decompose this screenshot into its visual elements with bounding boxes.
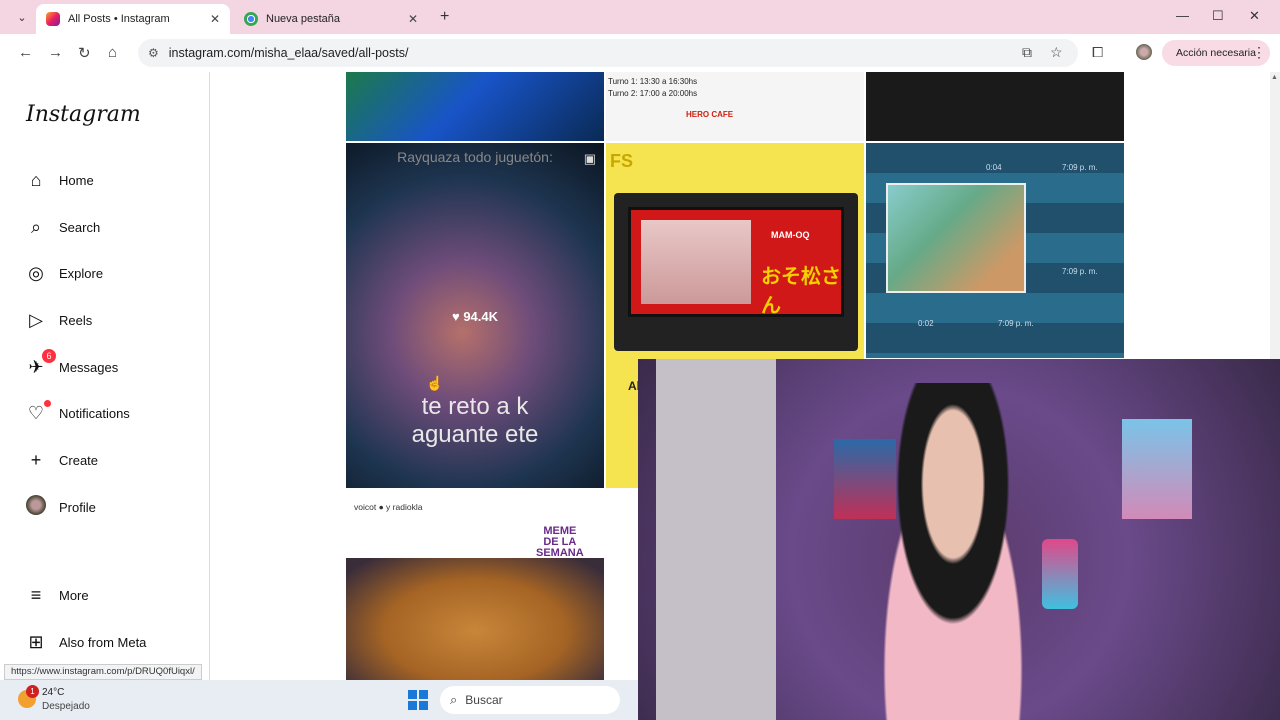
address-url[interactable]: instagram.com/misha_elaa/saved/all-posts…	[169, 46, 409, 60]
sidebar-item-explore[interactable]: ◎ Explore	[24, 258, 103, 288]
sidebar-item-label: Reels	[59, 312, 93, 328]
sidebar-item-label: Also from Meta	[59, 634, 147, 650]
sidebar-item-reels[interactable]: ▷ Reels	[24, 305, 92, 335]
page-scrollbar[interactable]: ▲	[1270, 72, 1280, 359]
post-tile[interactable]: 0:04 7:09 p. m. 7:09 p. m. 0:02 7:09 p. …	[866, 143, 1124, 358]
reel-caption: Rayquaza todo juguetón:	[397, 149, 553, 165]
windows-taskbar: 1 24°C Despejado ⌕ Buscar	[0, 680, 638, 720]
close-window-icon[interactable]: ✕	[1249, 8, 1260, 24]
menu-icon: ≡	[30, 584, 42, 605]
messages-badge: 6	[42, 348, 56, 363]
sidebar-item-label: Messages	[59, 359, 119, 375]
sidebar-item-messages[interactable]: ✈ 6 Messages	[24, 348, 119, 382]
new-tab-plus-icon[interactable]: +	[440, 8, 449, 26]
close-tab-icon[interactable]: ✕	[210, 12, 220, 26]
likes-overlay: ♥ 94.4K	[451, 309, 499, 324]
site-info-icon[interactable]: ⚙	[148, 46, 159, 60]
sidebar-item-label: Explore	[59, 265, 104, 281]
weather-condition[interactable]: Despejado	[42, 701, 90, 712]
home-icon[interactable]: ⌂	[108, 44, 117, 61]
search-icon: ⌕	[30, 216, 42, 237]
mouse-cursor-icon: ☝	[426, 375, 444, 391]
browser-toolbar: ← → ↻ ⌂ ⚙ instagram.com/misha_elaa/saved…	[0, 34, 1280, 72]
tab-new[interactable]: Nueva pestaña ✕	[234, 4, 428, 34]
weather-badge: 1	[26, 685, 39, 698]
address-bar[interactable]: ⚙ instagram.com/misha_elaa/saved/all-pos…	[138, 39, 1078, 67]
post-tile[interactable]: voicot ● y radiokla MEME DE LA SEMANA	[346, 490, 604, 680]
microphone	[1042, 539, 1078, 609]
sidebar-item-label: Search	[59, 219, 101, 235]
tab-title: Nueva pestaña	[266, 13, 340, 25]
wall-poster	[1122, 419, 1192, 519]
minimize-icon[interactable]: —	[1176, 8, 1189, 23]
windows-start-icon[interactable]	[408, 690, 428, 710]
browser-tab-bar: ⌄ All Posts • Instagram ✕ Nueva pestaña …	[0, 0, 1280, 34]
sidebar-item-more[interactable]: ≡ More	[24, 580, 89, 610]
install-app-icon[interactable]: ⧉	[1022, 44, 1032, 61]
sidebar-item-label: Home	[59, 172, 94, 188]
sidebar-item-label: More	[59, 587, 89, 603]
tab-search-chevron-icon[interactable]: ⌄	[10, 6, 34, 28]
sidebar-item-label: Create	[59, 452, 99, 468]
webcam-overlay	[638, 359, 1280, 720]
sidebar-item-notifications[interactable]: ♡ Notifications	[24, 398, 130, 428]
sidebar-item-label: Profile	[59, 499, 96, 515]
anime-image	[886, 183, 1026, 293]
game-cartridge-image: MAM-OQ おそ松さん	[614, 193, 858, 351]
post-tile[interactable]	[346, 72, 604, 141]
close-tab-icon[interactable]: ✕	[408, 12, 418, 26]
sidebar-item-home[interactable]: ⌂ Home	[24, 165, 94, 195]
chrome-favicon-icon	[244, 12, 258, 26]
temperature[interactable]: 24°C	[42, 687, 64, 698]
streamer	[858, 383, 1048, 720]
sidebar-item-create[interactable]: + Create	[24, 445, 98, 475]
meme-badge: MEME DE LA SEMANA	[536, 525, 584, 559]
post-tile[interactable]: Turno 1: 13:30 a 16:30hs Turno 2: 17:00 …	[606, 72, 864, 141]
reload-icon[interactable]: ↻	[78, 44, 91, 62]
fs-logo: FS	[610, 151, 634, 171]
post-text: Turno 1: 13:30 a 16:30hs Turno 2: 17:00 …	[608, 77, 698, 98]
instagram-logo[interactable]: Instagram	[26, 102, 141, 127]
reel-indicator-icon: ▣	[583, 151, 596, 166]
hero-cafe-logo: HERO CAFE	[686, 110, 734, 119]
meta-apps-icon: ⊞	[28, 631, 44, 652]
menu-kebab-icon[interactable]: ⋮	[1252, 44, 1266, 61]
instagram-favicon-icon	[46, 12, 60, 26]
maximize-icon[interactable]: ☐	[1212, 8, 1224, 24]
bookmark-star-icon[interactable]: ☆	[1050, 44, 1063, 61]
back-icon[interactable]: ←	[18, 44, 33, 61]
reels-icon: ▷	[29, 309, 43, 330]
tab-instagram[interactable]: All Posts • Instagram ✕	[36, 4, 230, 34]
compass-icon: ◎	[28, 262, 44, 283]
notification-dot	[44, 399, 51, 407]
search-placeholder: Buscar	[465, 693, 503, 707]
search-icon: ⌕	[450, 692, 458, 707]
avatar	[24, 494, 48, 520]
reel-subtitle: te reto a k aguante ete	[411, 393, 539, 448]
messenger-icon: ✈ 6	[24, 348, 56, 378]
post-tile[interactable]	[866, 72, 1124, 141]
sidebar-item-label: Notifications	[59, 405, 130, 421]
profile-avatar[interactable]	[1136, 44, 1152, 60]
status-url: https://www.instagram.com/p/DRUQ0fUiqxl/	[4, 664, 202, 680]
heart-icon: ♡	[24, 399, 51, 424]
extensions-icon[interactable]: ⧠	[1092, 44, 1103, 61]
plus-icon: +	[30, 449, 42, 470]
sidebar-item-search[interactable]: ⌕ Search	[24, 212, 100, 242]
tab-title: All Posts • Instagram	[68, 13, 170, 25]
reel-tile[interactable]: Rayquaza todo juguetón: ▣ ♥ 94.4K ☝ te r…	[346, 143, 604, 488]
taskbar-search[interactable]: ⌕ Buscar	[440, 686, 620, 714]
home-icon: ⌂	[30, 169, 42, 190]
forward-icon[interactable]: →	[48, 44, 63, 61]
dog-image	[346, 558, 604, 680]
sidebar-item-also-from-meta[interactable]: ⊞ Also from Meta	[24, 627, 146, 657]
post-header: voicot ● y radiokla	[354, 502, 423, 512]
sidebar-item-profile[interactable]: Profile	[24, 492, 96, 522]
instagram-sidebar: Instagram ⌂ Home ⌕ Search ◎ Explore ▷ Re…	[0, 72, 210, 680]
